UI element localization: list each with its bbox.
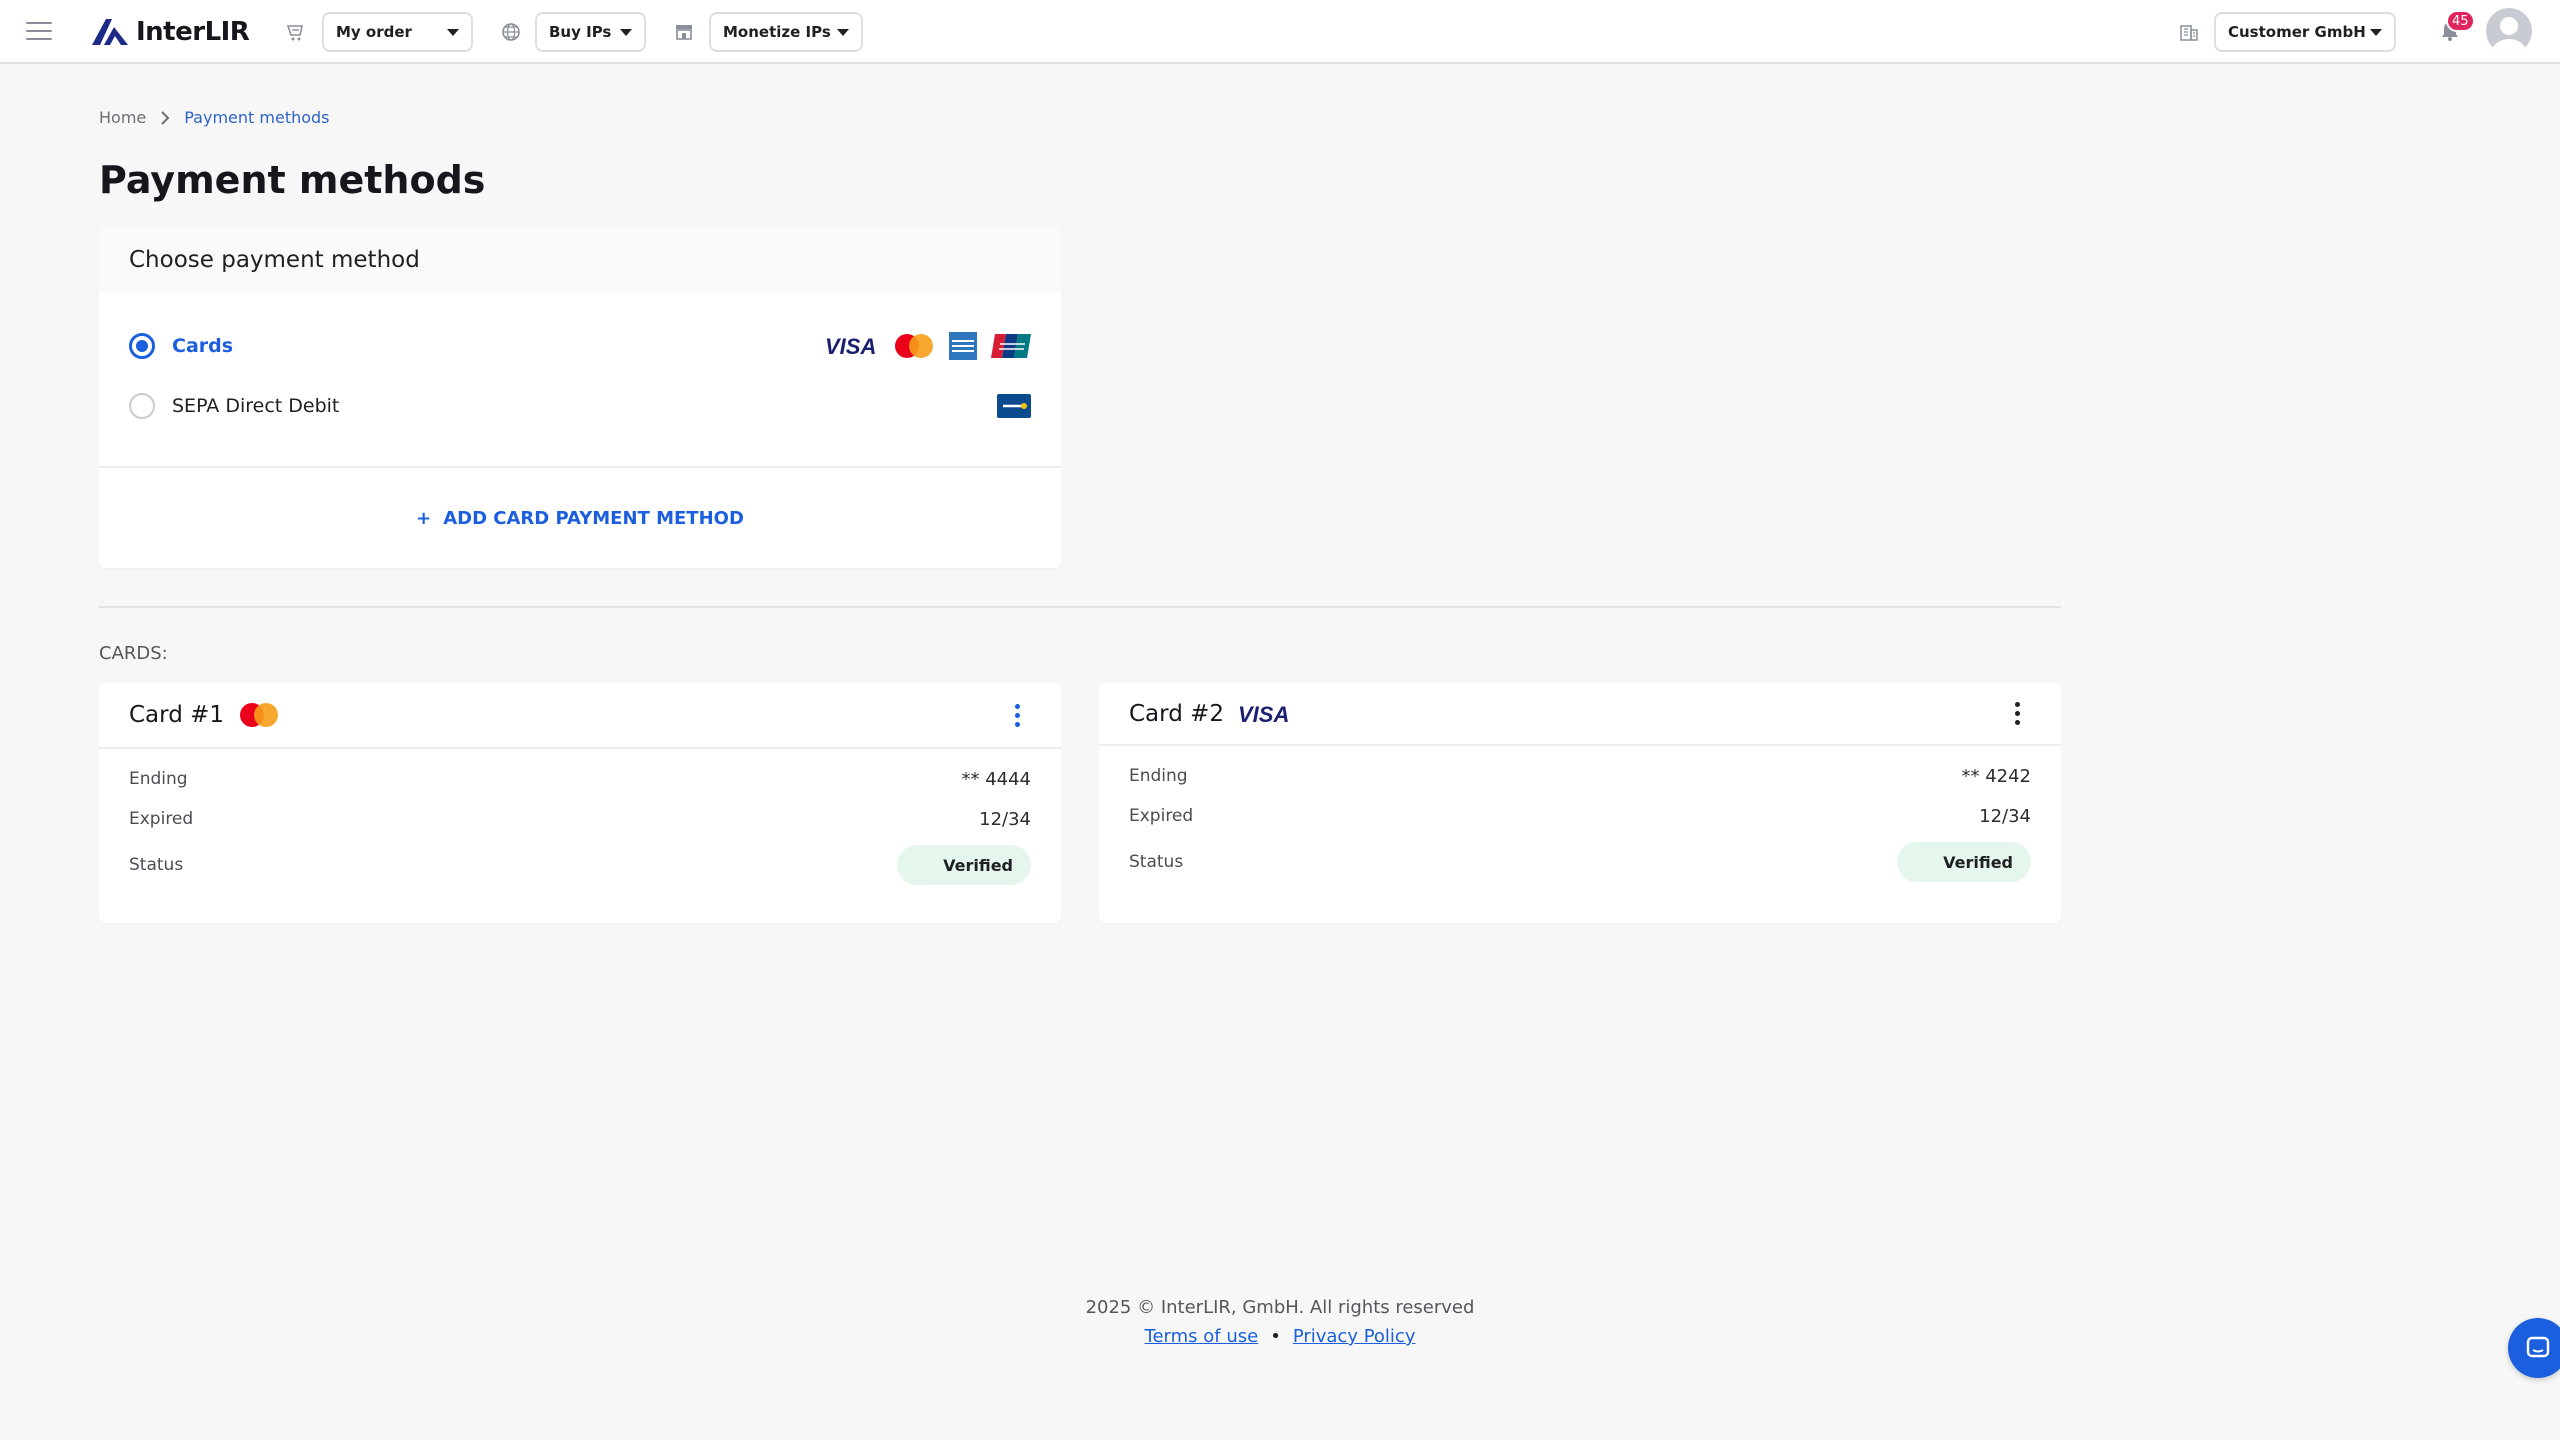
logo-mark-icon bbox=[92, 19, 128, 45]
sepa-logo-icon bbox=[997, 394, 1031, 418]
expired-value: 12/34 bbox=[1979, 805, 2031, 827]
saved-card-1: Card #1 Ending ** 4444 Expired 12/34 Sta… bbox=[99, 683, 1061, 923]
company-label: Customer GmbH bbox=[2228, 23, 2366, 41]
chevron-down-icon bbox=[447, 28, 459, 36]
payment-method-card-title: Choose payment method bbox=[129, 247, 420, 273]
monetize-ips-dropdown[interactable]: Monetize IPs bbox=[709, 12, 863, 52]
building-icon bbox=[2180, 25, 2198, 41]
breadcrumb: Home Payment methods bbox=[99, 108, 330, 127]
cart-icon bbox=[286, 25, 303, 41]
status-badge: Verified bbox=[1897, 842, 2031, 882]
payment-method-card-header: Choose payment method bbox=[99, 228, 1061, 292]
terms-of-use-link[interactable]: Terms of use bbox=[1145, 1326, 1259, 1347]
sepa-radio[interactable] bbox=[129, 393, 155, 419]
expired-value: 12/34 bbox=[979, 808, 1031, 830]
footer-copyright: 2025 © InterLIR, GmbH. All rights reserv… bbox=[1085, 1297, 1475, 1318]
privacy-policy-link[interactable]: Privacy Policy bbox=[1293, 1326, 1416, 1347]
ending-value: ** 4444 bbox=[961, 768, 1031, 790]
add-card-label: ADD CARD PAYMENT METHOD bbox=[443, 507, 744, 529]
cards-section-label: CARDS: bbox=[99, 643, 168, 664]
notification-count-badge: 45 bbox=[2446, 10, 2475, 32]
breadcrumb-current: Payment methods bbox=[184, 108, 330, 127]
buy-ips-label: Buy IPs bbox=[549, 23, 612, 41]
store-icon bbox=[676, 25, 692, 40]
my-order-label: My order bbox=[336, 23, 412, 41]
cards-radio[interactable] bbox=[129, 333, 155, 359]
ending-label: Ending bbox=[129, 769, 188, 789]
amex-logo-icon bbox=[949, 332, 977, 360]
add-card-payment-method-button[interactable]: + ADD CARD PAYMENT METHOD bbox=[99, 468, 1061, 568]
breadcrumb-home[interactable]: Home bbox=[99, 108, 146, 127]
card-header: Card #2 VISA bbox=[1099, 683, 2061, 746]
footer-links: Terms of use • Privacy Policy bbox=[0, 1326, 2560, 1347]
hamburger-menu-icon[interactable] bbox=[26, 22, 52, 42]
status-label: Status bbox=[129, 855, 184, 875]
card-title: Card #1 bbox=[129, 702, 225, 728]
page-title: Payment methods bbox=[99, 158, 486, 202]
svg-text:VISA: VISA bbox=[1238, 703, 1289, 725]
visa-logo-icon: VISA bbox=[825, 335, 876, 357]
more-options-icon[interactable] bbox=[1003, 701, 1031, 729]
logo[interactable]: InterLIR bbox=[90, 16, 250, 48]
my-order-dropdown[interactable]: My order bbox=[322, 12, 473, 52]
ending-label: Ending bbox=[1129, 766, 1188, 786]
card-expired-row: Expired 12/34 bbox=[1129, 796, 2031, 836]
globe-icon bbox=[502, 23, 520, 41]
card-ending-row: Ending ** 4444 bbox=[129, 759, 1031, 799]
footer-separator: • bbox=[1270, 1326, 1281, 1347]
chevron-down-icon bbox=[2370, 28, 2382, 36]
card-ending-row: Ending ** 4242 bbox=[1129, 756, 2031, 796]
top-bar: InterLIR My order Buy IPs Monetize IPs C… bbox=[0, 0, 2560, 64]
expired-label: Expired bbox=[129, 809, 194, 829]
section-divider bbox=[99, 606, 2061, 608]
chat-icon bbox=[2526, 1336, 2550, 1358]
monetize-ips-label: Monetize IPs bbox=[723, 23, 831, 41]
payment-method-card: Choose payment method Cards VISA SEPA Di… bbox=[99, 228, 1061, 568]
mastercard-logo-icon bbox=[240, 703, 279, 727]
card-title: Card #2 bbox=[1129, 700, 1225, 727]
plus-icon: + bbox=[416, 507, 432, 529]
unionpay-logo-icon bbox=[991, 334, 1031, 358]
company-dropdown[interactable]: Customer GmbH bbox=[2214, 12, 2396, 52]
buy-ips-dropdown[interactable]: Buy IPs bbox=[535, 12, 646, 52]
avatar[interactable] bbox=[2486, 8, 2532, 54]
sepa-brand-logos bbox=[997, 394, 1031, 418]
more-options-icon[interactable] bbox=[2003, 700, 2031, 728]
option-cards[interactable]: Cards VISA bbox=[129, 326, 1031, 366]
chevron-right-icon bbox=[161, 110, 170, 125]
svg-text:VISA: VISA bbox=[825, 335, 876, 357]
user-avatar-icon bbox=[2492, 17, 2526, 54]
saved-card-2: Card #2 VISA Ending ** 4242 Expired 12/3… bbox=[1099, 683, 2061, 923]
chevron-down-icon bbox=[620, 28, 632, 36]
option-sepa[interactable]: SEPA Direct Debit bbox=[129, 386, 1031, 426]
card-brand-logos: VISA bbox=[825, 332, 1031, 360]
visa-logo-icon: VISA bbox=[1238, 703, 1289, 725]
card-status-row: Status Verified bbox=[129, 845, 1031, 885]
card-header: Card #1 bbox=[99, 683, 1061, 749]
card-expired-row: Expired 12/34 bbox=[129, 799, 1031, 839]
expired-label: Expired bbox=[1129, 806, 1194, 826]
status-label: Status bbox=[1129, 852, 1184, 872]
ending-value: ** 4242 bbox=[1961, 765, 2031, 787]
option-cards-label: Cards bbox=[172, 335, 234, 357]
card-status-row: Status Verified bbox=[1129, 842, 2031, 882]
chat-button[interactable] bbox=[2508, 1318, 2560, 1378]
status-badge: Verified bbox=[897, 845, 1031, 885]
logo-text: InterLIR bbox=[136, 17, 250, 47]
option-sepa-label: SEPA Direct Debit bbox=[172, 395, 340, 417]
mastercard-logo-icon bbox=[895, 334, 933, 358]
chevron-down-icon bbox=[837, 28, 849, 36]
